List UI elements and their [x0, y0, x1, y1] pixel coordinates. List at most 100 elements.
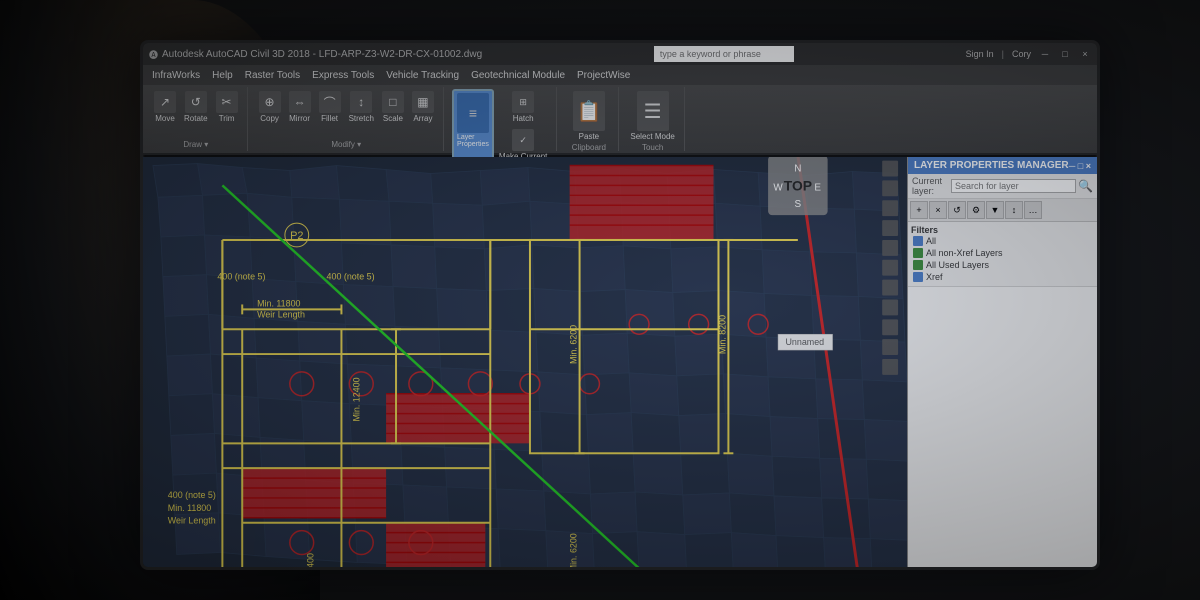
ribbon-btn-paste[interactable]: 📋 Paste: [570, 89, 608, 143]
cad-drawing-area[interactable]: P2 400 (note 5) 400 (note 5) Min. 11800 …: [143, 157, 907, 567]
array-icon: ▦: [412, 91, 434, 113]
fillet-label: Fillet: [321, 114, 338, 123]
paste-label: Paste: [579, 132, 599, 141]
sign-in-label[interactable]: Sign In: [966, 49, 994, 59]
ribbon-btn-stretch[interactable]: ↕ Stretch: [346, 89, 377, 125]
filter-xref-label: Xref: [926, 272, 943, 282]
filter-used[interactable]: All Used Layers: [911, 259, 1094, 271]
filter-xref[interactable]: Xref: [911, 271, 1094, 283]
ribbon-btn-scale[interactable]: □ Scale: [379, 89, 407, 125]
mirror-icon: ⇔: [289, 91, 311, 113]
svg-text:TOP: TOP: [784, 177, 812, 193]
ribbon-btn-copy[interactable]: ⊕ Copy: [256, 89, 284, 125]
svg-text:Min. 6200: Min. 6200: [569, 325, 579, 364]
svg-text:400 (note 5): 400 (note 5): [327, 272, 375, 282]
filter-all[interactable]: All: [911, 235, 1094, 247]
layer-new-btn[interactable]: +: [910, 201, 928, 219]
layer-properties-label: LayerProperties: [457, 134, 489, 148]
array-label: Array: [413, 114, 432, 123]
touch-group-label: Touch: [642, 143, 663, 152]
menu-item-projectwise[interactable]: ProjectWise: [572, 69, 635, 82]
svg-text:Min. 12400: Min. 12400: [351, 377, 361, 421]
svg-text:Weir Length: Weir Length: [168, 516, 216, 526]
ribbon-btn-trim[interactable]: ✂ Trim: [213, 89, 241, 125]
svg-text:P2: P2: [290, 230, 303, 242]
hatch-label: Hatch: [513, 114, 534, 123]
layer-settings-btn[interactable]: ⚙: [967, 201, 985, 219]
layer-properties-panel: LAYER PROPERTIES MANAGER ─ □ × Current l…: [907, 157, 1097, 567]
layer-properties-icon: ≡: [457, 93, 489, 133]
filter-all-label: All: [926, 236, 936, 246]
menu-bar: InfraWorks Help Raster Tools Express Too…: [143, 65, 1097, 85]
svg-text:S: S: [795, 199, 802, 210]
fillet-icon: ⌒: [319, 91, 341, 113]
copy-icon: ⊕: [259, 91, 281, 113]
svg-text:Unnamed: Unnamed: [785, 337, 824, 347]
layer-delete-btn[interactable]: ×: [929, 201, 947, 219]
ribbon-btn-select-mode[interactable]: ☰ Select Mode: [627, 89, 677, 143]
ribbon-group-draw: ↗ Move ↺ Rotate ✂ Trim Draw ▾: [145, 87, 248, 151]
ribbon-btn-array[interactable]: ▦ Array: [409, 89, 437, 125]
close-button[interactable]: ×: [1079, 48, 1091, 60]
clipboard-group-label: Clipboard: [572, 143, 606, 152]
modify-group-label: Modify ▾: [331, 140, 361, 149]
layer-refresh-btn[interactable]: ↺: [948, 201, 966, 219]
ribbon-group-touch: ☰ Select Mode Touch: [621, 87, 684, 151]
make-current-icon: ✓: [512, 129, 534, 151]
filter-all-icon: [913, 236, 923, 246]
stretch-icon: ↕: [350, 91, 372, 113]
draw-group-label: Draw ▾: [183, 140, 208, 149]
svg-text:Min. 8200: Min. 8200: [717, 315, 727, 354]
filter-non-xref-label: All non-Xref Layers: [926, 248, 1003, 258]
search-icon[interactable]: 🔍: [1078, 179, 1093, 193]
ribbon: ↗ Move ↺ Rotate ✂ Trim Draw ▾ ⊕ Copy: [143, 85, 1097, 155]
ribbon-group-modify: ⊕ Copy ⇔ Mirror ⌒ Fillet ↕ Stretch □ S: [250, 87, 444, 151]
ribbon-btn-move[interactable]: ↗ Move: [151, 89, 179, 125]
ribbon-group-clipboard: 📋 Paste Clipboard: [559, 87, 619, 151]
stretch-label: Stretch: [349, 114, 374, 123]
svg-text:Min. 6200: Min. 6200: [569, 533, 579, 567]
layer-panel-header: LAYER PROPERTIES MANAGER ─ □ ×: [908, 157, 1097, 174]
scale-label: Scale: [383, 114, 403, 123]
maximize-button[interactable]: □: [1059, 48, 1071, 60]
layer-move-btn[interactable]: ↕: [1005, 201, 1023, 219]
scale-icon: □: [382, 91, 404, 113]
move-icon: ↗: [154, 91, 176, 113]
ribbon-group-layers: ≡ LayerProperties ⊞ Hatch ✓ Make Current…: [446, 87, 557, 151]
current-layer-label: Current layer:: [912, 176, 949, 196]
ribbon-btn-mirror[interactable]: ⇔ Mirror: [286, 89, 314, 125]
menu-item-vehicle[interactable]: Vehicle Tracking: [381, 69, 464, 82]
layer-search-input[interactable]: [951, 179, 1076, 193]
rotate-icon: ↺: [185, 91, 207, 113]
minimize-button[interactable]: ─: [1039, 48, 1051, 60]
trim-label: Trim: [219, 114, 235, 123]
ribbon-btn-rotate[interactable]: ↺ Rotate: [181, 89, 211, 125]
menu-item-infraworks[interactable]: InfraWorks: [147, 69, 205, 82]
svg-text:400 (note 5): 400 (note 5): [168, 490, 216, 500]
menu-item-express[interactable]: Express Tools: [307, 69, 379, 82]
mirror-label: Mirror: [289, 114, 310, 123]
menu-item-help[interactable]: Help: [207, 69, 238, 82]
filter-xref-icon: [913, 272, 923, 282]
svg-text:Weir Length: Weir Length: [257, 309, 305, 319]
rotate-label: Rotate: [184, 114, 208, 123]
ribbon-btn-fillet[interactable]: ⌒ Fillet: [316, 89, 344, 125]
ribbon-btn-hatch[interactable]: ⊞ Hatch: [496, 89, 550, 125]
svg-text:E: E: [814, 182, 821, 193]
ribbon-buttons-draw: ↗ Move ↺ Rotate ✂ Trim: [151, 89, 241, 125]
filters-label: Filters: [911, 225, 1094, 235]
svg-text:Min. 11800: Min. 11800: [168, 503, 211, 513]
svg-text:N: N: [794, 163, 801, 174]
layer-filter-btn[interactable]: ▼: [986, 201, 1004, 219]
svg-text:Min. 12400: Min. 12400: [306, 553, 316, 567]
layer-panel-title: LAYER PROPERTIES MANAGER: [914, 160, 1069, 171]
select-mode-label: Select Mode: [630, 132, 674, 141]
filter-non-xref[interactable]: All non-Xref Layers: [911, 247, 1094, 259]
layer-panel-controls[interactable]: ─ □ ×: [1069, 161, 1091, 171]
title-bar-left: 🅐 Autodesk AutoCAD Civil 3D 2018 - LFD-A…: [149, 48, 482, 61]
layer-more-btn[interactable]: …: [1024, 201, 1042, 219]
menu-item-raster[interactable]: Raster Tools: [240, 69, 305, 82]
title-search-input[interactable]: [654, 46, 794, 62]
menu-item-geotechnical[interactable]: Geotechnical Module: [466, 69, 570, 82]
ribbon-buttons-clipboard: 📋 Paste: [570, 89, 608, 143]
